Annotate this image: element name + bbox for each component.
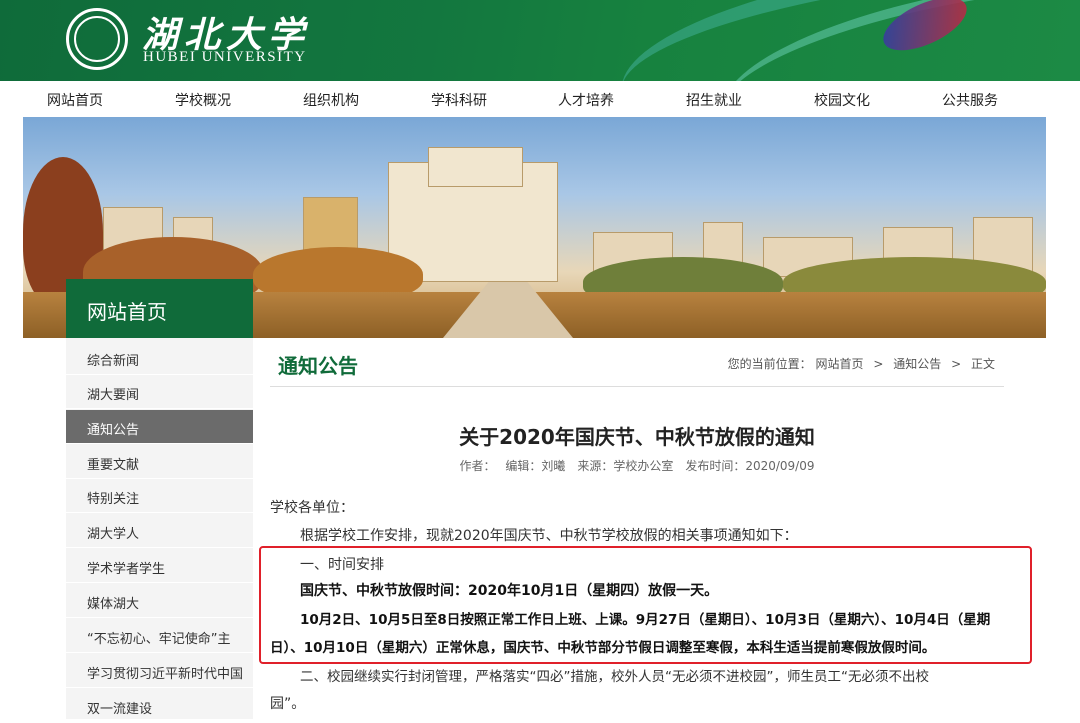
article-paragraph: 园”。 (270, 696, 306, 712)
nav-item-admission[interactable]: 招生就业 (686, 90, 742, 110)
breadcrumb-prefix: 您的当前位置： (727, 357, 812, 371)
sidebar-heading[interactable]: 网站首页 (66, 279, 253, 338)
breadcrumb-notices[interactable]: 通知公告 (893, 357, 941, 371)
logo-english-name[interactable]: HUBEI UNIVERSITY (143, 49, 307, 66)
university-seal-icon[interactable] (66, 8, 128, 70)
article-meta: 作者： 编辑：刘曦 来源：学校办公室 发布时间：2020/09/09 (459, 459, 815, 473)
breadcrumb-home[interactable]: 网站首页 (816, 357, 864, 371)
breadcrumb-separator: > (951, 357, 962, 371)
nav-item-research[interactable]: 学科科研 (431, 90, 487, 110)
article-paragraph: 学校各单位： (270, 500, 354, 516)
sidebar-item-media[interactable]: 媒体湖大 (66, 584, 253, 618)
sidebar-item-headlines[interactable]: 湖大要闻 (66, 375, 253, 409)
article-paragraph: 根据学校工作安排，现就2020年国庆节、中秋节学校放假的相关事项通知如下： (300, 528, 798, 544)
main-nav: 网站首页 学校概况 组织机构 学科科研 人才培养 招生就业 校园文化 公共服务 (0, 81, 1080, 117)
site-header: 湖北大学 HUBEI UNIVERSITY (0, 0, 1080, 81)
sidebar-item-scholars[interactable]: 学术学者学生 (66, 549, 253, 583)
sidebar-item-documents[interactable]: 重要文献 (66, 445, 253, 479)
breadcrumb-separator: > (873, 357, 884, 371)
sidebar-item-notices[interactable]: 通知公告 (66, 410, 253, 444)
breadcrumb: 您的当前位置： 网站首页 > 通知公告 > 正文 (728, 355, 995, 372)
sidebar-item-news[interactable]: 综合新闻 (66, 341, 253, 375)
nav-item-culture[interactable]: 校园文化 (814, 90, 870, 110)
nav-item-home[interactable]: 网站首页 (47, 90, 103, 110)
nav-item-education[interactable]: 人才培养 (558, 90, 614, 110)
sidebar-menu: 综合新闻 湖大要闻 通知公告 重要文献 特别关注 湖大学人 学术学者学生 媒体湖… (66, 338, 253, 723)
breadcrumb-current: 正文 (970, 357, 995, 371)
article-title: 关于2020年国庆节、中秋节放假的通知 (459, 425, 815, 449)
sidebar-item-special[interactable]: 特别关注 (66, 479, 253, 513)
sidebar-item-double-first-class[interactable]: 双一流建设 (66, 689, 253, 723)
article-paragraph: 二、校园继续实行封闭管理，严格落实“四必”措施，校外人员“无必须不进校园”，师生… (300, 669, 929, 685)
section-title: 通知公告 (278, 354, 358, 378)
sidebar-heading-label: 网站首页 (87, 300, 167, 324)
nav-item-services[interactable]: 公共服务 (942, 90, 998, 110)
sidebar-item-people[interactable]: 湖大学人 (66, 514, 253, 548)
sidebar-item-study[interactable]: 学习贯彻习近平新时代中国 (66, 654, 253, 688)
nav-item-about[interactable]: 学校概况 (175, 90, 231, 110)
sidebar-item-campaign[interactable]: “不忘初心、牢记使命”主 (66, 619, 253, 653)
nav-item-organization[interactable]: 组织机构 (303, 90, 359, 110)
divider (270, 386, 1004, 387)
highlight-annotation-box (259, 546, 1032, 664)
